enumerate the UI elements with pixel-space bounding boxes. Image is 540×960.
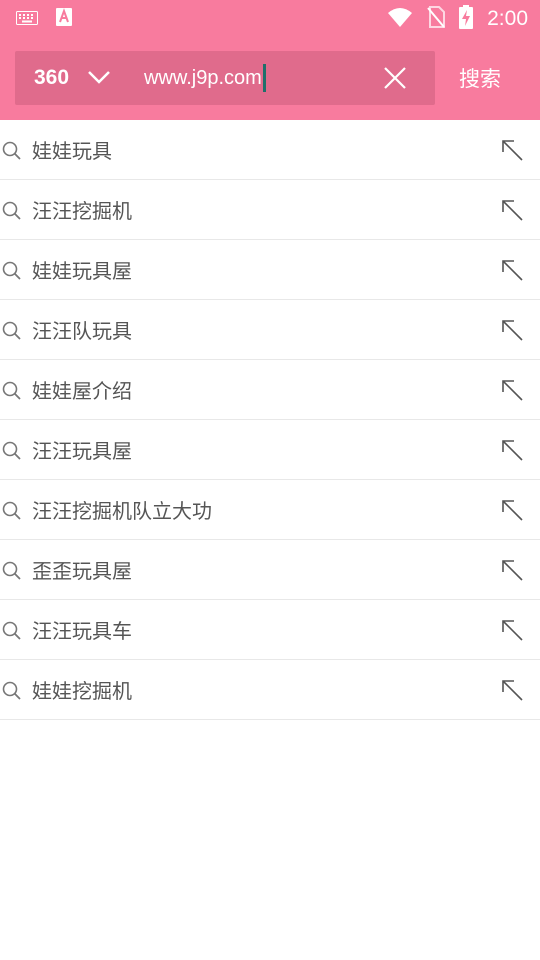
clear-icon[interactable] bbox=[382, 65, 408, 91]
suggestion-label: 娃娃屋介绍 bbox=[32, 379, 132, 403]
status-bar: 2:00 bbox=[0, 0, 540, 36]
fill-query-arrow-icon[interactable] bbox=[501, 679, 523, 705]
suggestion-label: 娃娃挖掘机 bbox=[32, 679, 132, 703]
keyboard-icon bbox=[16, 10, 38, 29]
suggestion-label: 娃娃玩具屋 bbox=[32, 259, 132, 283]
search-button[interactable]: 搜索 bbox=[442, 51, 518, 105]
suggestion-item[interactable]: 娃娃挖掘机 bbox=[0, 660, 540, 720]
no-sim-icon bbox=[427, 6, 446, 32]
search-query-text: www.j9p.com bbox=[144, 66, 262, 89]
clock: 2:00 bbox=[487, 7, 528, 30]
fill-query-arrow-icon[interactable] bbox=[501, 379, 523, 405]
search-icon bbox=[2, 321, 22, 345]
suggestion-label: 汪汪玩具车 bbox=[32, 619, 132, 643]
search-engine-selector[interactable]: 360 bbox=[34, 51, 69, 105]
search-icon bbox=[2, 201, 22, 225]
wifi-icon bbox=[387, 7, 413, 31]
suggestion-item[interactable]: 娃娃玩具 bbox=[0, 120, 540, 180]
suggestion-item[interactable]: 汪汪玩具屋 bbox=[0, 420, 540, 480]
fill-query-arrow-icon[interactable] bbox=[501, 139, 523, 165]
suggestion-item[interactable]: 歪歪玩具屋 bbox=[0, 540, 540, 600]
suggestion-label: 汪汪玩具屋 bbox=[32, 439, 132, 463]
battery-charging-icon bbox=[459, 5, 474, 33]
fill-query-arrow-icon[interactable] bbox=[501, 559, 523, 585]
search-bar: 360 www.j9p.com bbox=[15, 51, 435, 105]
text-caret bbox=[262, 64, 266, 92]
fill-query-arrow-icon[interactable] bbox=[501, 319, 523, 345]
search-icon bbox=[2, 681, 22, 705]
suggestion-item[interactable]: 娃娃屋介绍 bbox=[0, 360, 540, 420]
suggestion-label: 汪汪挖掘机 bbox=[32, 199, 132, 223]
search-icon bbox=[2, 621, 22, 645]
search-engine-label: 360 bbox=[34, 66, 70, 89]
chevron-down-icon[interactable] bbox=[87, 69, 111, 89]
suggestion-item[interactable]: 汪汪挖掘机队立大功 bbox=[0, 480, 540, 540]
suggestion-item[interactable]: 汪汪队玩具 bbox=[0, 300, 540, 360]
search-icon bbox=[2, 261, 22, 285]
app-header: 2:00 360 www.j9p.com 搜索 bbox=[0, 0, 540, 120]
suggestion-label: 歪歪玩具屋 bbox=[32, 559, 132, 583]
suggestion-label: 汪汪队玩具 bbox=[32, 319, 132, 343]
search-icon bbox=[2, 561, 22, 585]
suggestion-list: 娃娃玩具 汪汪挖掘机 娃娃玩具屋 汪汪队玩具 娃娃屋介绍 汪汪玩具屋 汪汪挖掘机… bbox=[0, 120, 540, 720]
fill-query-arrow-icon[interactable] bbox=[501, 199, 523, 225]
suggestion-label: 娃娃玩具 bbox=[32, 139, 112, 163]
fill-query-arrow-icon[interactable] bbox=[501, 619, 523, 645]
search-icon bbox=[2, 441, 22, 465]
font-app-icon bbox=[56, 8, 72, 30]
search-icon bbox=[2, 381, 22, 405]
suggestion-label: 汪汪挖掘机队立大功 bbox=[32, 499, 212, 523]
search-icon bbox=[2, 501, 22, 525]
fill-query-arrow-icon[interactable] bbox=[501, 499, 523, 525]
fill-query-arrow-icon[interactable] bbox=[501, 439, 523, 465]
suggestion-item[interactable]: 汪汪玩具车 bbox=[0, 600, 540, 660]
search-icon bbox=[2, 141, 22, 165]
suggestion-item[interactable]: 娃娃玩具屋 bbox=[0, 240, 540, 300]
fill-query-arrow-icon[interactable] bbox=[501, 259, 523, 285]
suggestion-item[interactable]: 汪汪挖掘机 bbox=[0, 180, 540, 240]
search-input[interactable]: www.j9p.com bbox=[144, 51, 266, 105]
